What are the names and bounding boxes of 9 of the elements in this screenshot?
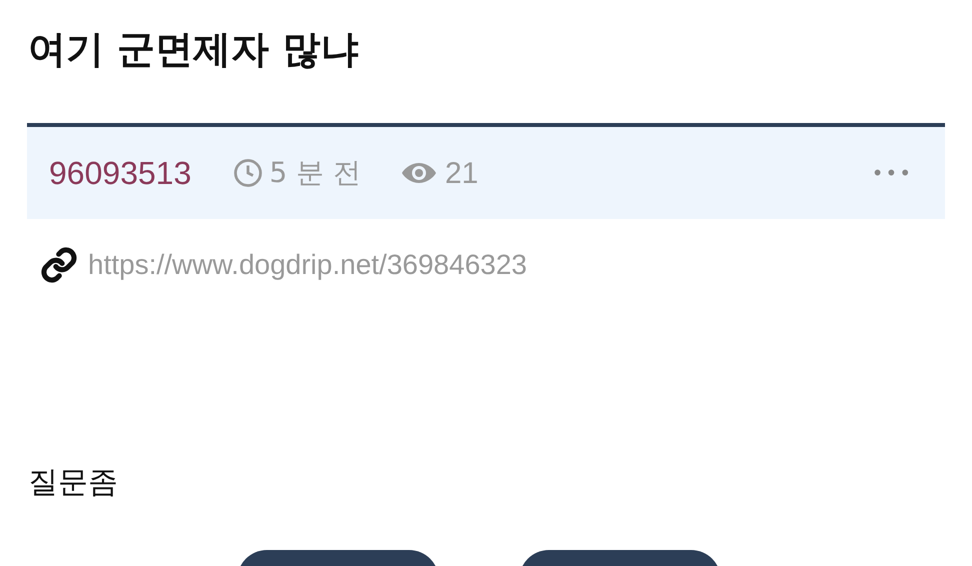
more-button[interactable]: ••• (872, 158, 913, 188)
view-count: 21 (445, 156, 478, 192)
post-body: 질문좀 (28, 464, 118, 502)
post-url[interactable]: https://www.dogdrip.net/369846323 (88, 244, 527, 286)
post-title: 여기 군면제자 많냐 (28, 30, 358, 68)
author-name[interactable]: 96093513 (49, 149, 192, 197)
post-time: 5 분 전 (269, 155, 361, 191)
link-icon (40, 246, 78, 284)
clock-icon (233, 158, 264, 188)
